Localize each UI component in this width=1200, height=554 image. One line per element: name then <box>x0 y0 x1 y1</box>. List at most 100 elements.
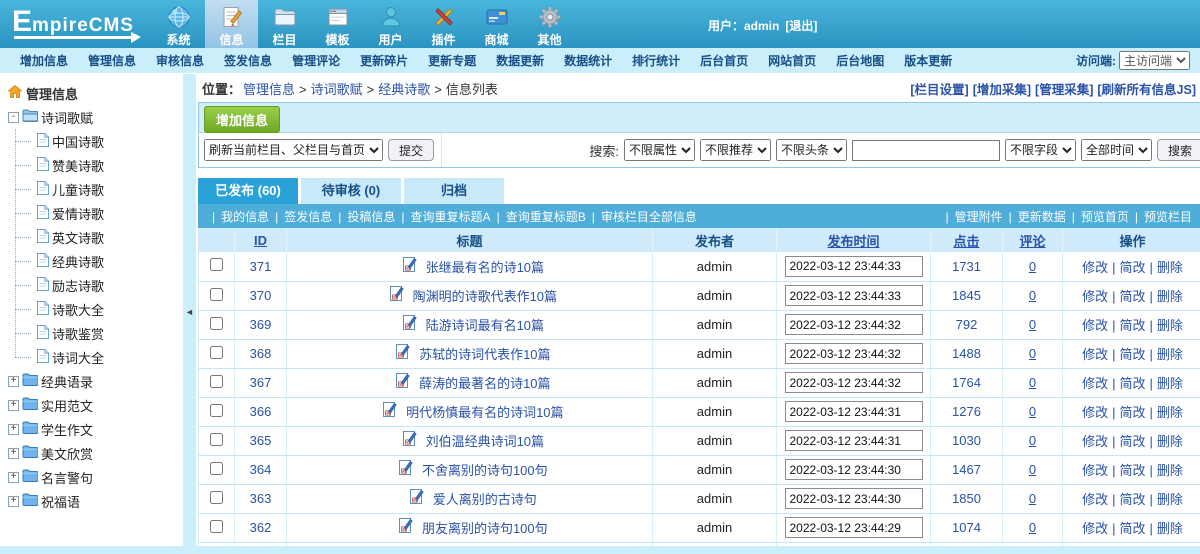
nav-item[interactable]: 更新碎片 <box>350 52 418 69</box>
sidebar-item-category[interactable]: 诗词大全 <box>15 345 183 369</box>
row-op-modify[interactable]: 修改 <box>1082 434 1108 449</box>
row-comments-link[interactable]: 0 <box>1029 317 1036 332</box>
add-info-button[interactable]: 增加信息 <box>204 106 280 133</box>
row-op-modify[interactable]: 修改 <box>1082 376 1108 391</box>
recommend-filter-select[interactable]: 不限推荐 <box>700 139 771 161</box>
sidebar-item-collapsed-category[interactable]: + 经典语录 <box>8 369 183 393</box>
nav-item[interactable]: 网站首页 <box>758 52 826 69</box>
row-op-modify[interactable]: 修改 <box>1082 463 1108 478</box>
row-op-delete[interactable]: 删除 <box>1157 376 1183 391</box>
expand-toggle-icon[interactable]: + <box>8 448 19 459</box>
nav-item[interactable]: 增加信息 <box>10 52 78 69</box>
row-time-input[interactable] <box>785 430 923 451</box>
menu-item-templates[interactable]: 模板 <box>311 0 364 48</box>
headline-filter-select[interactable]: 不限头条 <box>776 139 847 161</box>
nav-item[interactable]: 更新专题 <box>418 52 486 69</box>
expand-toggle-icon[interactable]: + <box>8 424 19 435</box>
sidebar-item-category[interactable]: 励志诗歌 <box>15 273 183 297</box>
row-title-link[interactable]: 刘伯温经典诗词10篇 <box>426 434 544 449</box>
row-checkbox[interactable] <box>210 317 223 330</box>
menu-item-users[interactable]: 用户 <box>364 0 417 48</box>
action-link[interactable]: 管理附件 <box>955 210 1003 224</box>
breadcrumb-action-link[interactable]: [刷新所有信息JS] <box>1097 83 1196 97</box>
sort-by-time[interactable]: 发布时间 <box>827 234 879 249</box>
row-time-input[interactable] <box>785 343 923 364</box>
sidebar-item-collapsed-category[interactable]: + 实用范文 <box>8 393 183 417</box>
menu-item-other[interactable]: 其他 <box>523 0 576 48</box>
row-op-modify[interactable]: 修改 <box>1082 405 1108 420</box>
sidebar-item-category[interactable]: 赞美诗歌 <box>15 153 183 177</box>
nav-item[interactable]: 排行统计 <box>622 52 690 69</box>
action-link[interactable]: 查询重复标题B <box>506 210 586 224</box>
row-op-delete[interactable]: 删除 <box>1157 405 1183 420</box>
row-op-modify[interactable]: 修改 <box>1082 318 1108 333</box>
row-time-input[interactable] <box>785 256 923 277</box>
field-filter-select[interactable]: 不限字段 <box>1005 139 1076 161</box>
breadcrumb-action-link[interactable]: [增加采集] <box>973 83 1031 97</box>
row-checkbox[interactable] <box>210 346 223 359</box>
nav-item[interactable]: 管理评论 <box>282 52 350 69</box>
sidebar-item-collapsed-category[interactable]: + 学生作文 <box>8 417 183 441</box>
nav-item[interactable]: 审核信息 <box>146 52 214 69</box>
action-link[interactable]: 查询重复标题A <box>411 210 491 224</box>
row-op-quick-edit[interactable]: 简改 <box>1119 492 1145 507</box>
row-time-input[interactable] <box>785 372 923 393</box>
row-checkbox[interactable] <box>210 520 223 533</box>
breadcrumb-link[interactable]: 管理信息 <box>243 82 295 97</box>
expand-toggle-icon[interactable]: + <box>8 496 19 507</box>
collapse-toggle-icon[interactable]: - <box>8 112 19 123</box>
row-title-link[interactable]: 苏轼的诗词代表作10篇 <box>419 347 550 362</box>
status-tab[interactable]: 归档 <box>404 178 504 204</box>
search-keyword-input[interactable] <box>852 140 1000 161</box>
sidebar-item-category[interactable]: 经典诗歌 <box>15 249 183 273</box>
nav-item[interactable]: 后台地图 <box>826 52 894 69</box>
row-title-link[interactable]: 不舍离别的诗句100句 <box>422 463 548 478</box>
row-time-input[interactable] <box>785 517 923 538</box>
row-title-link[interactable]: 薛涛的最著名的诗10篇 <box>419 376 550 391</box>
action-link[interactable]: 预览栏目 <box>1144 210 1192 224</box>
nav-item[interactable]: 数据统计 <box>554 52 622 69</box>
status-tab[interactable]: 待审核 (0) <box>301 178 401 204</box>
expand-toggle-icon[interactable]: + <box>8 472 19 483</box>
row-op-delete[interactable]: 删除 <box>1157 463 1183 478</box>
sidebar-item-category[interactable]: 诗歌鉴赏 <box>15 321 183 345</box>
row-op-quick-edit[interactable]: 简改 <box>1119 405 1145 420</box>
sidebar-item-collapsed-category[interactable]: + 名言警句 <box>8 465 183 489</box>
row-op-quick-edit[interactable]: 简改 <box>1119 376 1145 391</box>
collapse-sidebar-icon[interactable]: ◄ <box>185 307 194 317</box>
sidebar-item-category[interactable]: 英文诗歌 <box>15 225 183 249</box>
row-checkbox[interactable] <box>210 288 223 301</box>
row-op-modify[interactable]: 修改 <box>1082 260 1108 275</box>
search-button[interactable]: 搜索 <box>1157 139 1200 161</box>
row-op-delete[interactable]: 删除 <box>1157 347 1183 362</box>
sidebar-item-category[interactable]: 诗歌大全 <box>15 297 183 321</box>
row-op-quick-edit[interactable]: 简改 <box>1119 318 1145 333</box>
row-time-input[interactable] <box>785 285 923 306</box>
expand-toggle-icon[interactable]: + <box>8 400 19 411</box>
row-comments-link[interactable]: 0 <box>1029 259 1036 274</box>
row-op-quick-edit[interactable]: 简改 <box>1119 434 1145 449</box>
row-comments-link[interactable]: 0 <box>1029 404 1036 419</box>
sort-by-clicks[interactable]: 点击 <box>953 234 979 249</box>
row-op-delete[interactable]: 删除 <box>1157 318 1183 333</box>
row-op-quick-edit[interactable]: 简改 <box>1119 347 1145 362</box>
nav-item[interactable]: 后台首页 <box>690 52 758 69</box>
row-title-link[interactable]: 张继最有名的诗10篇 <box>426 260 544 275</box>
row-comments-link[interactable]: 0 <box>1029 491 1036 506</box>
row-op-delete[interactable]: 删除 <box>1157 521 1183 536</box>
row-op-delete[interactable]: 删除 <box>1157 434 1183 449</box>
row-time-input[interactable] <box>785 459 923 480</box>
row-time-input[interactable] <box>785 401 923 422</box>
breadcrumb-action-link[interactable]: [管理采集] <box>1035 83 1093 97</box>
breadcrumb-link[interactable]: 诗词歌赋 <box>311 82 363 97</box>
row-time-input[interactable] <box>785 488 923 509</box>
breadcrumb-action-link[interactable]: [栏目设置] <box>910 83 968 97</box>
row-op-delete[interactable]: 删除 <box>1157 492 1183 507</box>
menu-item-columns[interactable]: 栏目 <box>258 0 311 48</box>
expand-toggle-icon[interactable]: + <box>8 376 19 387</box>
action-link[interactable]: 审核栏目全部信息 <box>601 210 697 224</box>
action-link[interactable]: 我的信息 <box>221 210 269 224</box>
sidebar-item-collapsed-category[interactable]: + 祝福语 <box>8 489 183 513</box>
row-op-delete[interactable]: 删除 <box>1157 289 1183 304</box>
row-title-link[interactable]: 朋友离别的诗句100句 <box>422 521 548 536</box>
